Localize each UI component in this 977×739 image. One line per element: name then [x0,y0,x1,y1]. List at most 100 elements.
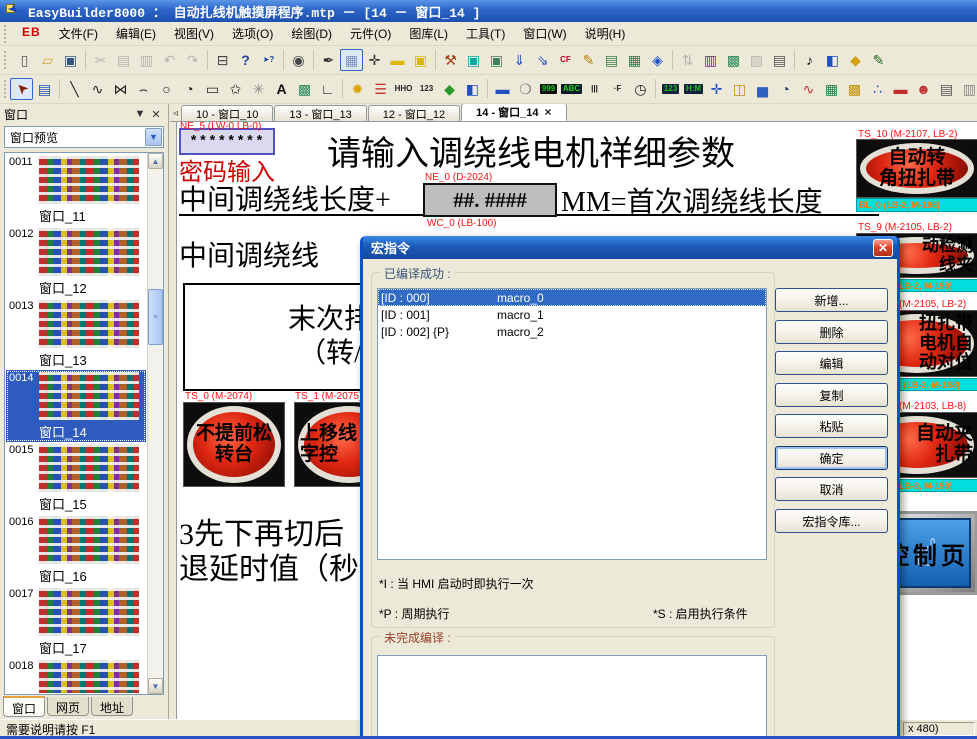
function-f-icon[interactable]: ·F [606,78,629,100]
ascii-display-icon[interactable]: ABC [560,78,583,100]
open-folder-icon[interactable]: ▱ [36,49,59,71]
bl0-lamp-bar[interactable]: BL_0 (LB-2, M-198) [856,198,977,212]
macro-editor-icon[interactable]: ✎ [867,49,890,71]
length-label[interactable]: 中间调绕线长度+ [179,178,391,218]
online-simulate-icon[interactable]: ▣ [462,49,485,71]
polyline-tool-icon[interactable]: ⋈ [109,78,132,100]
pie-tool-icon[interactable]: ◔ [178,78,201,100]
pending-listbox[interactable] [377,655,767,739]
flow-block-icon[interactable]: ◫ [728,78,751,100]
scroll-down-icon[interactable]: ▼ [148,678,163,694]
delay-text[interactable]: 3先下再切后退延时值（秒 [179,518,359,587]
polygon-tool-icon[interactable]: ✩ [224,78,247,100]
tab-scroll-left-icon[interactable]: ◃ [173,108,178,119]
meter-display-icon[interactable]: ◔ [774,78,797,100]
panel-tab-window[interactable]: 窗口 [3,696,45,717]
move-element-icon[interactable]: ✛ [705,78,728,100]
middle-length-label[interactable]: 中间调绕线 [179,234,319,274]
bar-graph-icon[interactable]: ▅ [751,78,774,100]
macro-list-item[interactable]: [ID : 002] {P}macro_2 [378,323,766,340]
sidebar-item-0017[interactable]: 0017窗口_17 [6,586,146,658]
ts9-lamp-bar[interactable]: (LB-2, M-198) [893,279,977,292]
tab-window-13[interactable]: 13 - 窗口_13 [274,105,366,121]
select-window-icon[interactable]: ◧ [821,49,844,71]
ok-button[interactable]: 确定 [775,446,888,470]
menu-library[interactable]: 图库(L) [400,22,457,45]
copy-button[interactable]: 复制 [775,383,888,407]
scale-tool-icon[interactable]: ∟ [316,78,339,100]
toggle-switch-icon[interactable]: ◧ [461,78,484,100]
function-key-icon[interactable]: ◆ [438,78,461,100]
macro-library-button[interactable]: 宏指令库... [775,509,888,533]
menu-file[interactable]: 文件(F) [50,22,107,45]
recipe-view-icon[interactable]: ▥ [958,78,977,100]
menu-window[interactable]: 窗口(W) [514,22,575,45]
ts8-lamp-bar[interactable]: 2 (LB-2, M-198) [893,378,977,391]
combo-arrow-icon[interactable]: ▼ [145,128,162,146]
csv-file-icon[interactable]: ▤ [600,49,623,71]
event-log-icon[interactable]: ▤ [935,78,958,100]
tab-window-10[interactable]: 10 - 窗口_10 [181,105,273,121]
address-view-icon[interactable]: ◈ [646,49,669,71]
tab-close-icon[interactable]: × [545,106,552,118]
sidebar-item-0014[interactable]: 0014窗口_14 [6,370,146,442]
numeric-input-icon[interactable]: 123 [659,78,682,100]
canvas-heading[interactable]: 请输入调绕线电机祥细参数 [327,126,735,175]
picture-view-icon[interactable]: ▩ [843,78,866,100]
scroll-up-icon[interactable]: ▲ [148,153,163,169]
context-help-icon[interactable]: ➤? [257,49,280,71]
tab-window-14[interactable]: 14 - 窗口_14× [461,103,566,121]
snap-origin-icon[interactable]: ✛ [363,49,386,71]
operator-icon[interactable]: ☻ [912,78,935,100]
canvas-button-ts0[interactable]: 不提前松转台 [183,402,285,487]
cancel-button[interactable]: 取消 [775,477,888,501]
menu-edit[interactable]: 编辑(E) [107,22,165,45]
numeric-display-icon[interactable]: 999 [537,78,560,100]
text-tool-icon[interactable]: A [270,78,293,100]
bezier-tool-icon[interactable]: ∿ [86,78,109,100]
sidebar-scrollbar[interactable]: ▲ ≡ ▼ [147,153,163,694]
macro-list-item[interactable]: [ID : 001]macro_1 [378,306,766,323]
trend-display-icon[interactable]: ∿ [797,78,820,100]
menu-help[interactable]: 说明(H) [576,22,635,45]
time-display-icon[interactable]: H:M [682,78,705,100]
edit-button[interactable]: 编辑 [775,351,888,375]
length-suffix-label[interactable]: MM=首次调绕线长度 [561,180,823,220]
key-switch-icon[interactable]: ❍ [514,78,537,100]
alarm-bar-icon[interactable]: ▬ [889,78,912,100]
set-word-icon[interactable]: 123 [415,78,438,100]
element-properties-icon[interactable]: ▤ [33,78,56,100]
sidebar-item-0013[interactable]: 0013窗口_13 [6,298,146,370]
direct-window-icon[interactable]: ▬ [491,78,514,100]
system-tools-icon[interactable]: ⚒ [439,49,462,71]
add-button[interactable]: 新增... [775,288,888,312]
xy-plot-icon[interactable]: ∴ [866,78,889,100]
download-icon[interactable]: ⇓ [508,49,531,71]
history-table-icon[interactable]: ▦ [820,78,843,100]
sidebar-item-0016[interactable]: 0016窗口_16 [6,514,146,586]
new-file-icon[interactable]: ▯ [13,49,36,71]
panel-close-icon[interactable]: ✕ [148,108,164,121]
sidebar-item-0012[interactable]: 0012窗口_12 [6,226,146,298]
barcode-icon[interactable]: ||| [583,78,606,100]
menu-tool[interactable]: 工具(T) [457,22,514,45]
group-library-icon[interactable]: ▤ [768,49,791,71]
print-icon[interactable]: ⊟ [211,49,234,71]
menu-draw[interactable]: 绘图(D) [282,22,341,45]
ellipse-tool-icon[interactable]: ○ [155,78,178,100]
line-tool-icon[interactable]: ╲ [63,78,86,100]
data-grid-icon[interactable]: ▦ [623,49,646,71]
paste-button[interactable]: 粘贴 [775,414,888,438]
panel-tab-address[interactable]: 地址 [91,697,133,716]
dot-burst-icon[interactable]: ✳ [247,78,270,100]
find-address-icon[interactable]: ◉ [287,49,310,71]
panel-pin-icon[interactable]: ▼ [132,108,148,120]
picture-manager-icon[interactable]: ▩ [722,49,745,71]
scrollbar-thumb[interactable]: ≡ [148,289,163,345]
rect-tool-icon[interactable]: ▭ [201,78,224,100]
help-icon[interactable]: ? [234,49,257,71]
numeric-input-widget[interactable]: ##. #### [423,183,557,217]
save-icon[interactable]: ▣ [59,49,82,71]
arc-tool-icon[interactable]: ⌢ [132,78,155,100]
word-lamp-icon[interactable]: ☰ [369,78,392,100]
